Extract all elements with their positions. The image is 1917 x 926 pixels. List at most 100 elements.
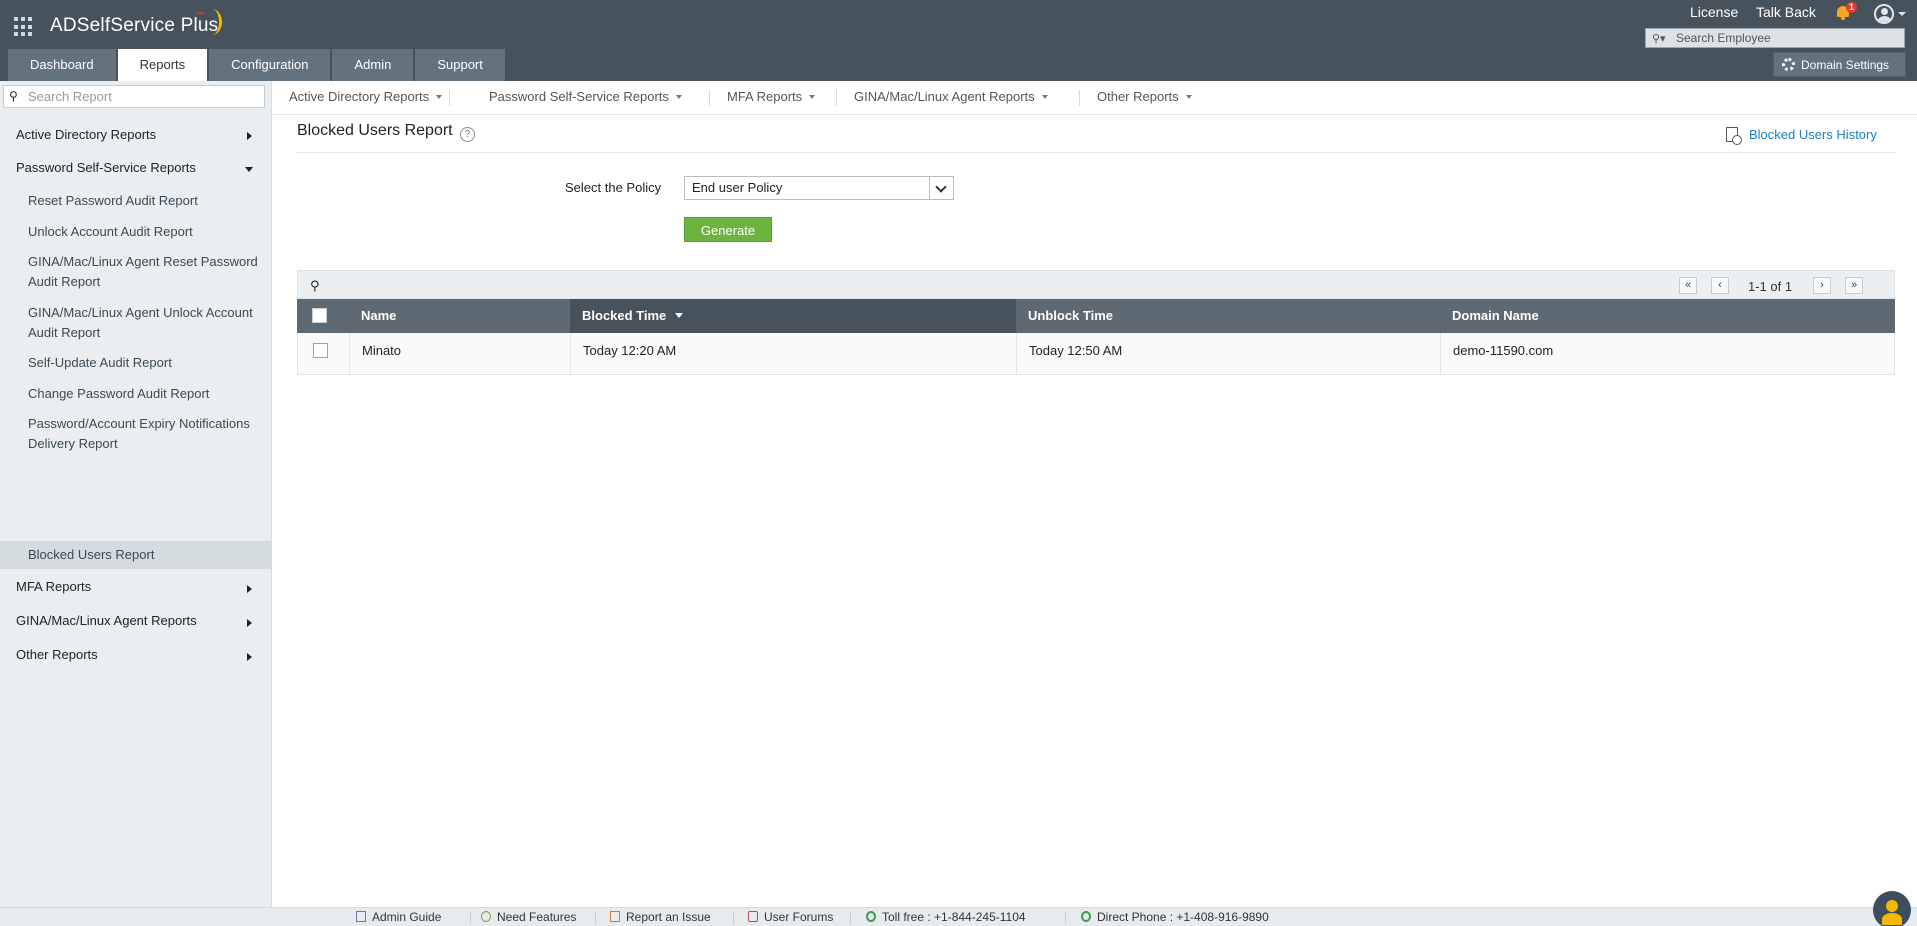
- last-page-icon[interactable]: »: [1845, 277, 1863, 294]
- tab-dashboard[interactable]: Dashboard: [8, 49, 116, 81]
- table-search-icon[interactable]: ⚲: [310, 278, 320, 294]
- tab-admin[interactable]: Admin: [332, 49, 414, 81]
- employee-search-input[interactable]: [1676, 29, 1901, 47]
- column-label: Domain Name: [1452, 308, 1539, 323]
- sidebar-item-mfa-reports[interactable]: MFA Reports: [16, 579, 91, 594]
- expand-arrow-icon[interactable]: [247, 653, 252, 661]
- sidebar-item-agent-unlock-account-audit[interactable]: GINA/Mac/Linux Agent Unlock Account Audi…: [28, 303, 270, 343]
- column-header-unblock-time[interactable]: Unblock Time: [1016, 299, 1440, 333]
- select-all-checkbox[interactable]: [312, 308, 327, 323]
- user-avatar-icon[interactable]: [1874, 4, 1894, 24]
- subnav-label: Active Directory Reports: [289, 89, 430, 104]
- column-header-name[interactable]: Name: [349, 299, 570, 333]
- gear-icon: [1782, 58, 1795, 71]
- divider: [449, 90, 450, 106]
- subnav-active-directory-reports[interactable]: Active Directory Reports: [289, 89, 443, 104]
- sidebar-item-other-reports[interactable]: Other Reports: [16, 647, 98, 662]
- divider: [850, 912, 851, 924]
- sidebar-item-change-password-audit[interactable]: Change Password Audit Report: [28, 384, 270, 404]
- history-report-icon[interactable]: [1726, 127, 1742, 145]
- cell-name: Minato: [350, 333, 571, 374]
- footer-label: Report an Issue: [626, 910, 711, 924]
- table-row[interactable]: Minato Today 12:20 AM Today 12:50 AM dem…: [297, 333, 1895, 375]
- column-header-blocked-time[interactable]: Blocked Time: [570, 299, 1016, 333]
- page-title: Blocked Users Report: [297, 122, 453, 139]
- sidebar-item-active-directory-reports[interactable]: Active Directory Reports: [16, 127, 156, 142]
- divider: [709, 90, 710, 106]
- main-tabs: Dashboard Reports Configuration Admin Su…: [8, 49, 507, 81]
- user-menu-chevron-icon[interactable]: [1898, 12, 1906, 16]
- footer-label: Direct Phone : +1-408-916-9890: [1097, 910, 1269, 924]
- divider: [1079, 90, 1080, 106]
- chevron-down-icon[interactable]: [929, 177, 953, 199]
- top-header: ADSelfService Plus License Talk Back 1 ⚲…: [0, 0, 1917, 81]
- bug-icon: [610, 911, 620, 922]
- cell-blocked-time: Today 12:20 AM: [571, 333, 1017, 374]
- notification-badge: 1: [1846, 2, 1858, 13]
- help-icon[interactable]: ?: [460, 127, 475, 142]
- footer-label: Need Features: [497, 910, 577, 924]
- report-search-input[interactable]: [28, 86, 262, 107]
- report-category-nav: Active Directory Reports Password Self-S…: [272, 81, 1917, 115]
- first-page-icon[interactable]: «: [1679, 277, 1697, 294]
- subnav-password-self-service-reports[interactable]: Password Self-Service Reports: [489, 89, 682, 104]
- column-label: Name: [361, 308, 397, 323]
- lightbulb-icon: [481, 911, 491, 922]
- tab-support[interactable]: Support: [415, 49, 505, 81]
- domain-settings-button[interactable]: Domain Settings: [1773, 52, 1906, 77]
- expand-arrow-icon[interactable]: [247, 132, 252, 140]
- logo-accent-icon: [196, 12, 206, 18]
- app-logo[interactable]: ADSelfService Plus: [50, 15, 218, 37]
- column-label: Blocked Time: [582, 308, 667, 323]
- table-toolbar: ⚲ « ‹ 1-1 of 1 › »: [297, 270, 1895, 299]
- forum-icon: [748, 911, 758, 922]
- subnav-mfa-reports[interactable]: MFA Reports: [727, 89, 816, 104]
- subnav-label: GINA/Mac/Linux Agent Reports: [854, 89, 1035, 104]
- policy-label: Select the Policy: [565, 180, 662, 195]
- report-search: ⚲: [3, 85, 265, 108]
- subnav-gina-agent-reports[interactable]: GINA/Mac/Linux Agent Reports: [854, 89, 1048, 104]
- document-icon: [356, 911, 366, 922]
- row-checkbox[interactable]: [313, 343, 328, 358]
- pagination-info: 1-1 of 1: [1748, 279, 1793, 294]
- support-chat-icon[interactable]: [1873, 891, 1911, 926]
- tab-configuration[interactable]: Configuration: [209, 49, 331, 81]
- sidebar-item-self-update-audit[interactable]: Self-Update Audit Report: [28, 353, 270, 373]
- select-all-cell: [297, 299, 349, 333]
- next-page-icon[interactable]: ›: [1813, 277, 1831, 294]
- collapse-arrow-icon[interactable]: [245, 167, 253, 172]
- sidebar-item-unlock-account-audit[interactable]: Unlock Account Audit Report: [28, 222, 270, 242]
- employee-search: ⚲▾: [1645, 28, 1905, 48]
- sidebar-item-gina-agent-reports[interactable]: GINA/Mac/Linux Agent Reports: [16, 613, 197, 628]
- column-header-domain-name[interactable]: Domain Name: [1440, 299, 1895, 333]
- blocked-users-history-link[interactable]: Blocked Users History: [1749, 127, 1877, 142]
- sidebar-item-agent-reset-password-audit[interactable]: GINA/Mac/Linux Agent Reset Password Audi…: [28, 252, 270, 292]
- tab-reports[interactable]: Reports: [117, 49, 208, 81]
- search-icon[interactable]: ⚲▾: [1652, 32, 1666, 45]
- chevron-down-icon: [1185, 95, 1192, 99]
- divider: [595, 912, 596, 924]
- policy-select[interactable]: End user Policy: [684, 176, 954, 200]
- admin-guide-link[interactable]: Admin Guide: [356, 910, 441, 924]
- divider: [836, 90, 837, 106]
- user-forums-link[interactable]: User Forums: [748, 910, 833, 924]
- talk-back-link[interactable]: Talk Back: [1756, 4, 1816, 20]
- sidebar-item-expiry-notifications-delivery[interactable]: Password/Account Expiry Notifications De…: [28, 414, 270, 454]
- sidebar-item-blocked-users-report[interactable]: Blocked Users Report: [28, 545, 270, 565]
- generate-button[interactable]: Generate: [684, 217, 772, 242]
- cell-unblock-time: Today 12:50 AM: [1017, 333, 1441, 374]
- need-features-link[interactable]: Need Features: [481, 910, 576, 924]
- sidebar-item-password-self-service-reports[interactable]: Password Self-Service Reports: [16, 160, 196, 175]
- license-link[interactable]: License: [1690, 4, 1738, 20]
- apps-grid-icon[interactable]: [14, 17, 34, 37]
- previous-page-icon[interactable]: ‹: [1711, 277, 1729, 294]
- expand-arrow-icon[interactable]: [247, 585, 252, 593]
- subnav-other-reports[interactable]: Other Reports: [1097, 89, 1192, 104]
- table-header: Name Blocked Time Unblock Time Domain Na…: [297, 299, 1895, 333]
- report-issue-link[interactable]: Report an Issue: [610, 910, 711, 924]
- expand-arrow-icon[interactable]: [247, 619, 252, 627]
- row-select-cell: [298, 333, 350, 374]
- search-icon[interactable]: ⚲: [9, 89, 18, 103]
- subnav-label: Password Self-Service Reports: [489, 89, 669, 104]
- sidebar-item-reset-password-audit[interactable]: Reset Password Audit Report: [28, 191, 270, 211]
